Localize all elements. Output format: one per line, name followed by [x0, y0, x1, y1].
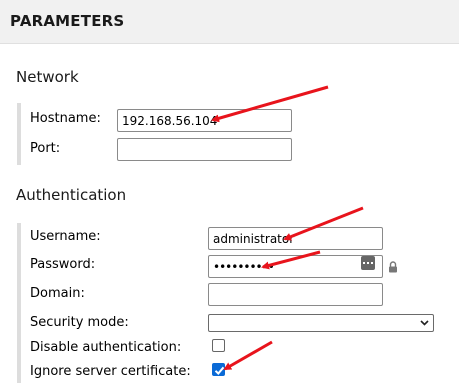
domain-input[interactable]: [208, 283, 383, 306]
authentication-group-bar: [17, 223, 21, 383]
security-mode-select[interactable]: [208, 314, 434, 332]
password-label: Password:: [30, 257, 96, 272]
disable-authentication-checkbox[interactable]: [212, 339, 225, 352]
disable-authentication-label: Disable authentication:: [30, 340, 182, 355]
checkmark-icon: [214, 366, 225, 375]
port-input[interactable]: [117, 138, 292, 161]
network-group-bar: [17, 103, 21, 165]
domain-label: Domain:: [30, 286, 85, 301]
arrow-ignore-certificate: [223, 340, 273, 371]
username-input[interactable]: [208, 227, 383, 250]
hostname-input[interactable]: [117, 109, 292, 132]
password-input[interactable]: [208, 255, 383, 278]
ignore-certificate-checkbox[interactable]: [212, 363, 225, 376]
security-mode-label: Security mode:: [30, 315, 129, 330]
network-section-title: Network: [16, 68, 79, 86]
ignore-certificate-label: Ignore server certificate:: [30, 364, 191, 379]
lock-icon: [389, 261, 397, 273]
hostname-label: Hostname:: [30, 111, 101, 126]
parameters-header: PARAMETERS: [0, 0, 459, 44]
port-label: Port:: [30, 141, 61, 156]
page-title: PARAMETERS: [10, 12, 125, 30]
password-reveal-icon[interactable]: [361, 256, 375, 270]
username-label: Username:: [30, 229, 101, 244]
chevron-down-icon: [420, 320, 429, 326]
authentication-section-title: Authentication: [16, 186, 127, 204]
